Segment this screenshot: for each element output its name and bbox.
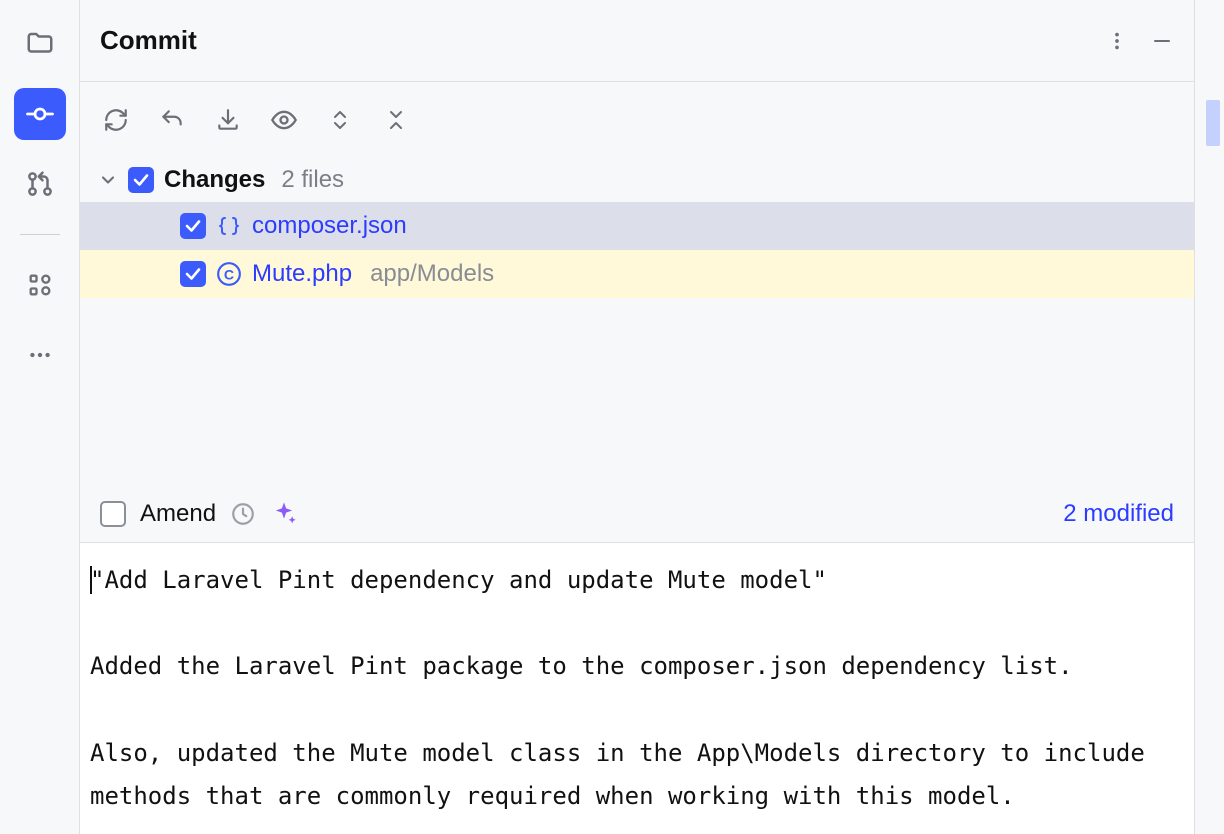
file-name: composer.json xyxy=(252,212,407,240)
commit-tool-button[interactable] xyxy=(14,88,66,140)
panel-header: Commit xyxy=(80,0,1194,82)
pull-requests-tool-button[interactable] xyxy=(14,158,66,210)
left-rail xyxy=(0,0,80,834)
commit-toolbar xyxy=(80,82,1194,158)
show-diff-icon[interactable] xyxy=(266,102,302,138)
changes-count: 2 files xyxy=(281,166,344,194)
class-file-icon: C xyxy=(216,261,242,287)
changes-group-header[interactable]: Changes 2 files xyxy=(80,158,1194,202)
collapse-all-icon[interactable] xyxy=(378,102,414,138)
history-icon[interactable] xyxy=(230,501,256,527)
shelve-icon[interactable] xyxy=(210,102,246,138)
chevron-down-icon[interactable] xyxy=(98,170,118,190)
rail-divider xyxy=(20,234,60,235)
changes-tree: Changes 2 files composer.json C Mute.php… xyxy=(80,158,1194,298)
expand-collapse-icon[interactable] xyxy=(322,102,358,138)
commit-message-text: "Add Laravel Pint dependency and update … xyxy=(90,566,1159,810)
file-checkbox[interactable] xyxy=(180,213,206,239)
file-row[interactable]: C Mute.php app/Models xyxy=(80,250,1194,298)
changes-checkbox[interactable] xyxy=(128,167,154,193)
rollback-icon[interactable] xyxy=(154,102,190,138)
structure-tool-button[interactable] xyxy=(14,259,66,311)
project-tool-button[interactable] xyxy=(14,18,66,70)
more-tool-button[interactable] xyxy=(14,329,66,381)
options-menu-icon[interactable] xyxy=(1106,30,1128,52)
modified-link[interactable]: 2 modified xyxy=(1063,500,1174,528)
file-name: Mute.php xyxy=(252,260,352,288)
file-row[interactable]: composer.json xyxy=(80,202,1194,250)
refresh-icon[interactable] xyxy=(98,102,134,138)
amend-bar: Amend 2 modified xyxy=(80,486,1194,542)
file-checkbox[interactable] xyxy=(180,261,206,287)
svg-text:C: C xyxy=(224,266,234,282)
right-gutter xyxy=(1194,0,1224,834)
amend-checkbox[interactable] xyxy=(100,501,126,527)
amend-label: Amend xyxy=(140,500,216,528)
ai-generate-icon[interactable] xyxy=(270,500,298,528)
changes-label: Changes xyxy=(164,166,265,194)
commit-message-input[interactable]: "Add Laravel Pint dependency and update … xyxy=(80,542,1194,834)
commit-panel: Commit xyxy=(80,0,1194,834)
json-file-icon xyxy=(216,213,242,239)
panel-title: Commit xyxy=(100,25,197,56)
file-path: app/Models xyxy=(370,260,494,288)
minimize-icon[interactable] xyxy=(1150,29,1174,53)
